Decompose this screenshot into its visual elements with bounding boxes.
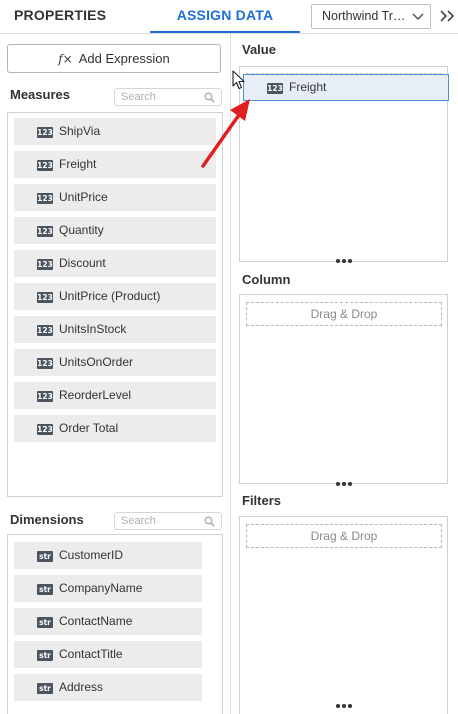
measure-field-item[interactable]: 123 Quantity [14,217,216,244]
measure-field-item[interactable]: 123 ReorderLevel [14,382,216,409]
dragged-field-label: Freight [289,80,327,94]
red-arrow-annotation [201,99,250,168]
measures-search-placeholder: Search [121,91,156,103]
value-section-title: Value [242,42,276,57]
measure-field-label: Freight [59,157,97,171]
measure-field-label: UnitsOnOrder [59,355,134,369]
numeric-type-icon: 123 [37,391,53,402]
string-type-icon: str [37,584,53,595]
tab-properties[interactable]: PROPERTIES [14,0,106,33]
datasource-dropdown[interactable]: Northwind Tra... [311,4,431,29]
measure-field-item[interactable]: 123 UnitsOnOrder [14,349,216,376]
numeric-type-icon: 123 [37,424,53,435]
column-drop-box[interactable]: Drag & Drop [239,294,448,487]
dimension-field-item[interactable]: str Address [14,674,202,701]
dimension-field-item[interactable]: str CompanyName [14,575,202,602]
add-expression-button[interactable]: f× Add Expression [7,44,221,73]
measure-field-item[interactable]: 123 ShipVia [14,118,216,145]
numeric-type-icon: 123 [37,292,53,303]
numeric-type-icon: 123 [37,325,53,336]
measure-field-item[interactable]: 123 UnitsInStock [14,316,216,343]
dimension-field-label: CustomerID [59,548,124,562]
dimensions-search-input[interactable]: Search [114,512,222,530]
dimensions-list[interactable]: str CustomerID str CompanyName str ContactNam… [7,534,223,714]
string-type-icon: str [37,683,53,694]
dimension-field-item[interactable]: str CustomerID [14,542,202,569]
dimension-field-label: ContactName [59,614,133,628]
chevron-down-icon [412,13,424,21]
top-tab-bar: PROPERTIES ASSIGN DATA Northwind Tra... [0,0,458,34]
measure-field-label: UnitsInStock [59,322,127,336]
datasource-selected-value: Northwind Tra... [322,9,408,23]
dimensions-search-placeholder: Search [121,515,156,527]
measure-field-label: Quantity [59,223,104,237]
dimensions-title: Dimensions [10,512,84,527]
function-icon: f× [58,52,73,66]
string-type-icon: str [37,617,53,628]
measure-field-label: ReorderLevel [59,388,132,402]
numeric-type-icon: 123 [37,226,53,237]
numeric-type-icon: 123 [37,160,53,171]
numeric-type-icon: 123 [267,83,283,94]
dimension-field-label: ContactTitle [59,647,123,661]
measure-field-item[interactable]: 123 UnitPrice [14,184,216,211]
filters-drop-zone[interactable]: Drag & Drop [246,524,442,548]
measure-field-label: Discount [59,256,106,270]
more-options-icon[interactable] [336,481,352,487]
measure-field-item[interactable]: 123 Order Total [14,415,216,442]
more-options-icon[interactable] [336,703,352,709]
search-icon [204,516,215,527]
numeric-type-icon: 123 [37,259,53,270]
numeric-type-icon: 123 [37,358,53,369]
more-options-icon[interactable] [336,258,352,264]
dimension-field-label: Address [59,680,104,694]
measure-field-label: UnitPrice [59,190,108,204]
measure-field-item[interactable]: 123 Freight [14,151,216,178]
numeric-type-icon: 123 [37,193,53,204]
double-chevron-right-icon[interactable] [438,6,456,26]
dragged-field-freight[interactable]: 123 Freight [243,74,449,101]
dimension-field-item[interactable]: str ContactTitle [14,641,202,668]
column-drop-zone[interactable]: Drag & Drop [246,302,442,326]
string-type-icon: str [37,650,53,661]
dimension-field-label: CompanyName [59,581,143,595]
numeric-type-icon: 123 [37,127,53,138]
measure-field-label: ShipVia [59,124,101,138]
column-section-title: Column [242,272,291,287]
filters-section-title: Filters [242,493,282,508]
add-expression-label: Add Expression [78,51,170,66]
filters-drop-box[interactable]: Drag & Drop [239,516,448,714]
measure-field-item[interactable]: 123 Discount [14,250,216,277]
measure-field-item[interactable]: 123 UnitPrice (Product) [14,283,216,310]
mouse-cursor-icon [232,70,245,90]
string-type-icon: str [37,551,53,562]
tab-assign-data[interactable]: ASSIGN DATA [150,0,300,33]
measures-list[interactable]: 123 ShipVia 123 Freight 123 UnitPrice 123 Quant… [7,112,223,497]
measures-title: Measures [10,87,70,102]
measure-field-label: Order Total [59,421,119,435]
measure-field-label: UnitPrice (Product) [59,289,161,303]
dimension-field-item[interactable]: str ContactName [14,608,202,635]
